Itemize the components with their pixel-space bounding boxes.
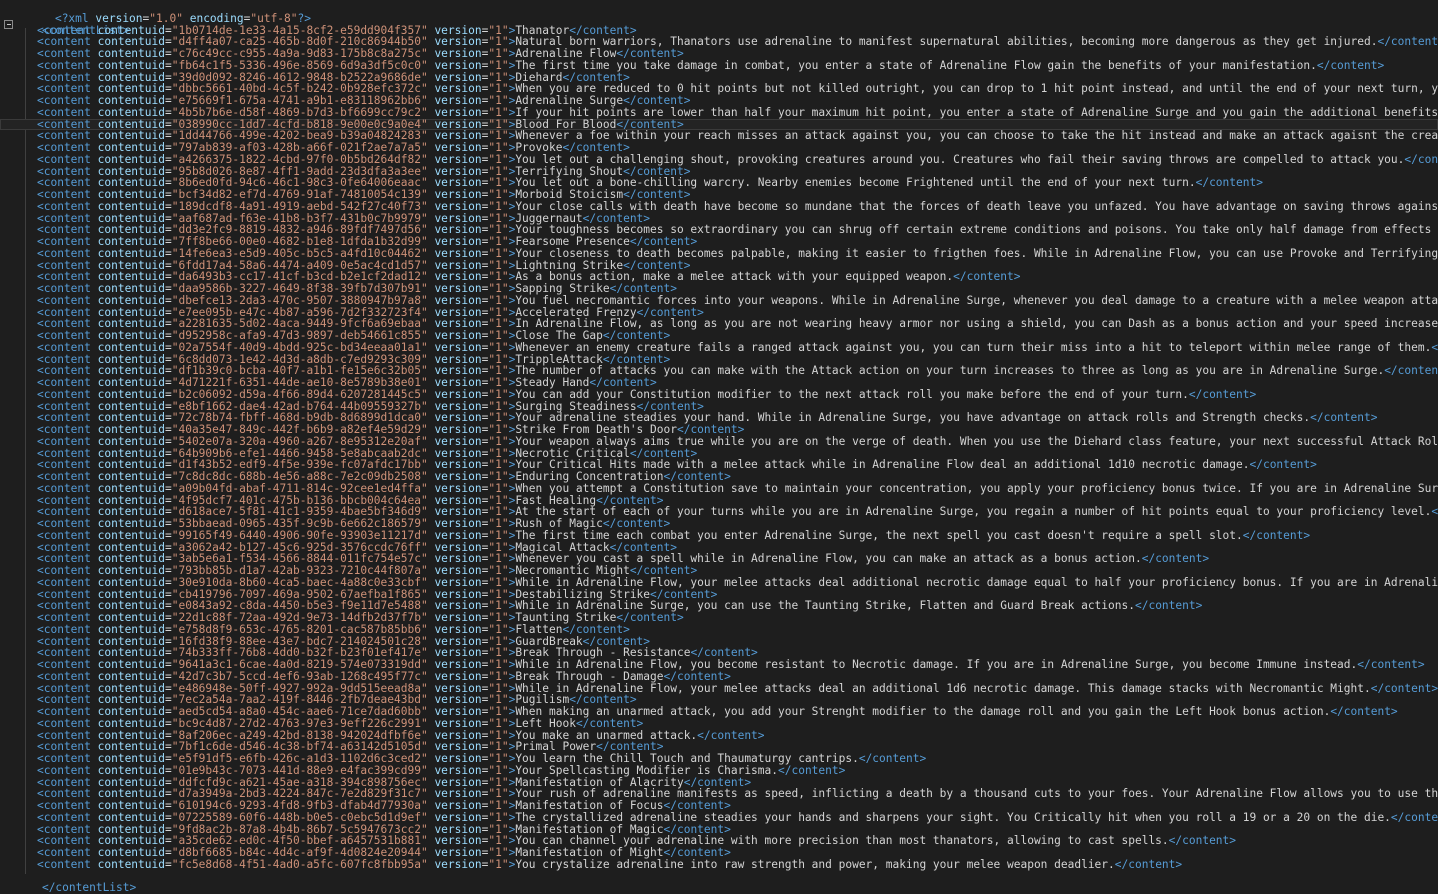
version-attr-name: version — [434, 857, 482, 871]
content-close-tag: </content> — [697, 728, 765, 742]
content-open-tag: <content — [37, 857, 98, 871]
content-close-tag: </content> — [1141, 552, 1210, 566]
content-close-tag: </content> — [1377, 35, 1438, 49]
content-close-tag: </content> — [1330, 705, 1398, 718]
content-close-tag: </content> — [1431, 340, 1438, 354]
content-close-tag: </content> — [1168, 834, 1237, 848]
content-entry-list: <content contentuid="1b0714de-1e33-4a15-… — [0, 24, 1438, 871]
content-entry-row[interactable]: <content contentuid="fc5e8d68-4f51-4ad0-… — [0, 857, 1438, 871]
content-close-tag: </content> — [1316, 58, 1385, 72]
content-close-tag: </content> — [1188, 387, 1257, 401]
content-close-tag: </content> — [1384, 364, 1438, 378]
version-attr-value: "1" — [488, 857, 509, 871]
content-close-tag: </content> — [1249, 458, 1317, 472]
content-close-tag: </content> — [1357, 658, 1425, 671]
content-close-tag: </content> — [1134, 599, 1203, 613]
content-close-tag: </content> — [858, 752, 927, 765]
content-close-tag: </content> — [953, 270, 1021, 284]
xml-code-editor[interactable]: <?xml version="1.0" encoding="utf-8"?> <… — [0, 0, 1438, 894]
content-close-tag: </content> — [1310, 411, 1378, 425]
content-close-tag: </content> — [778, 763, 846, 777]
content-text: While in Adrenaline Flow, your melee att… — [515, 681, 1371, 695]
content-text: You crystalize adrenaline into raw stren… — [515, 857, 1115, 871]
root-close-tag: </contentList> — [41, 881, 137, 894]
content-close-tag: </content> — [1114, 857, 1183, 871]
content-text: The first time you take damage in combat… — [515, 58, 1317, 72]
attr-equals: = — [164, 857, 172, 871]
content-close-tag: </content> — [1390, 810, 1438, 824]
content-close-tag: </content> — [1370, 681, 1438, 695]
contentuid-attr-value: "fc5e8d68-4f51-4ad0-a5fc-607fc8fbb95a" — [171, 857, 428, 871]
content-close-tag: </content> — [1404, 152, 1438, 166]
xml-prolog-line: <?xml version="1.0" encoding="utf-8"?> — [0, 1, 1438, 24]
content-text: Your close calls with death have become … — [515, 199, 1438, 213]
contentuid-attr-name: contentuid — [97, 857, 165, 871]
content-close-tag: </content> — [1195, 176, 1263, 190]
content-close-tag: </content> — [1431, 505, 1438, 519]
content-close-tag: </content> — [1242, 528, 1311, 542]
content-text: Whenever a foe within your reach misses … — [515, 129, 1438, 143]
root-close-tag-line: </contentList> — [0, 871, 1438, 894]
